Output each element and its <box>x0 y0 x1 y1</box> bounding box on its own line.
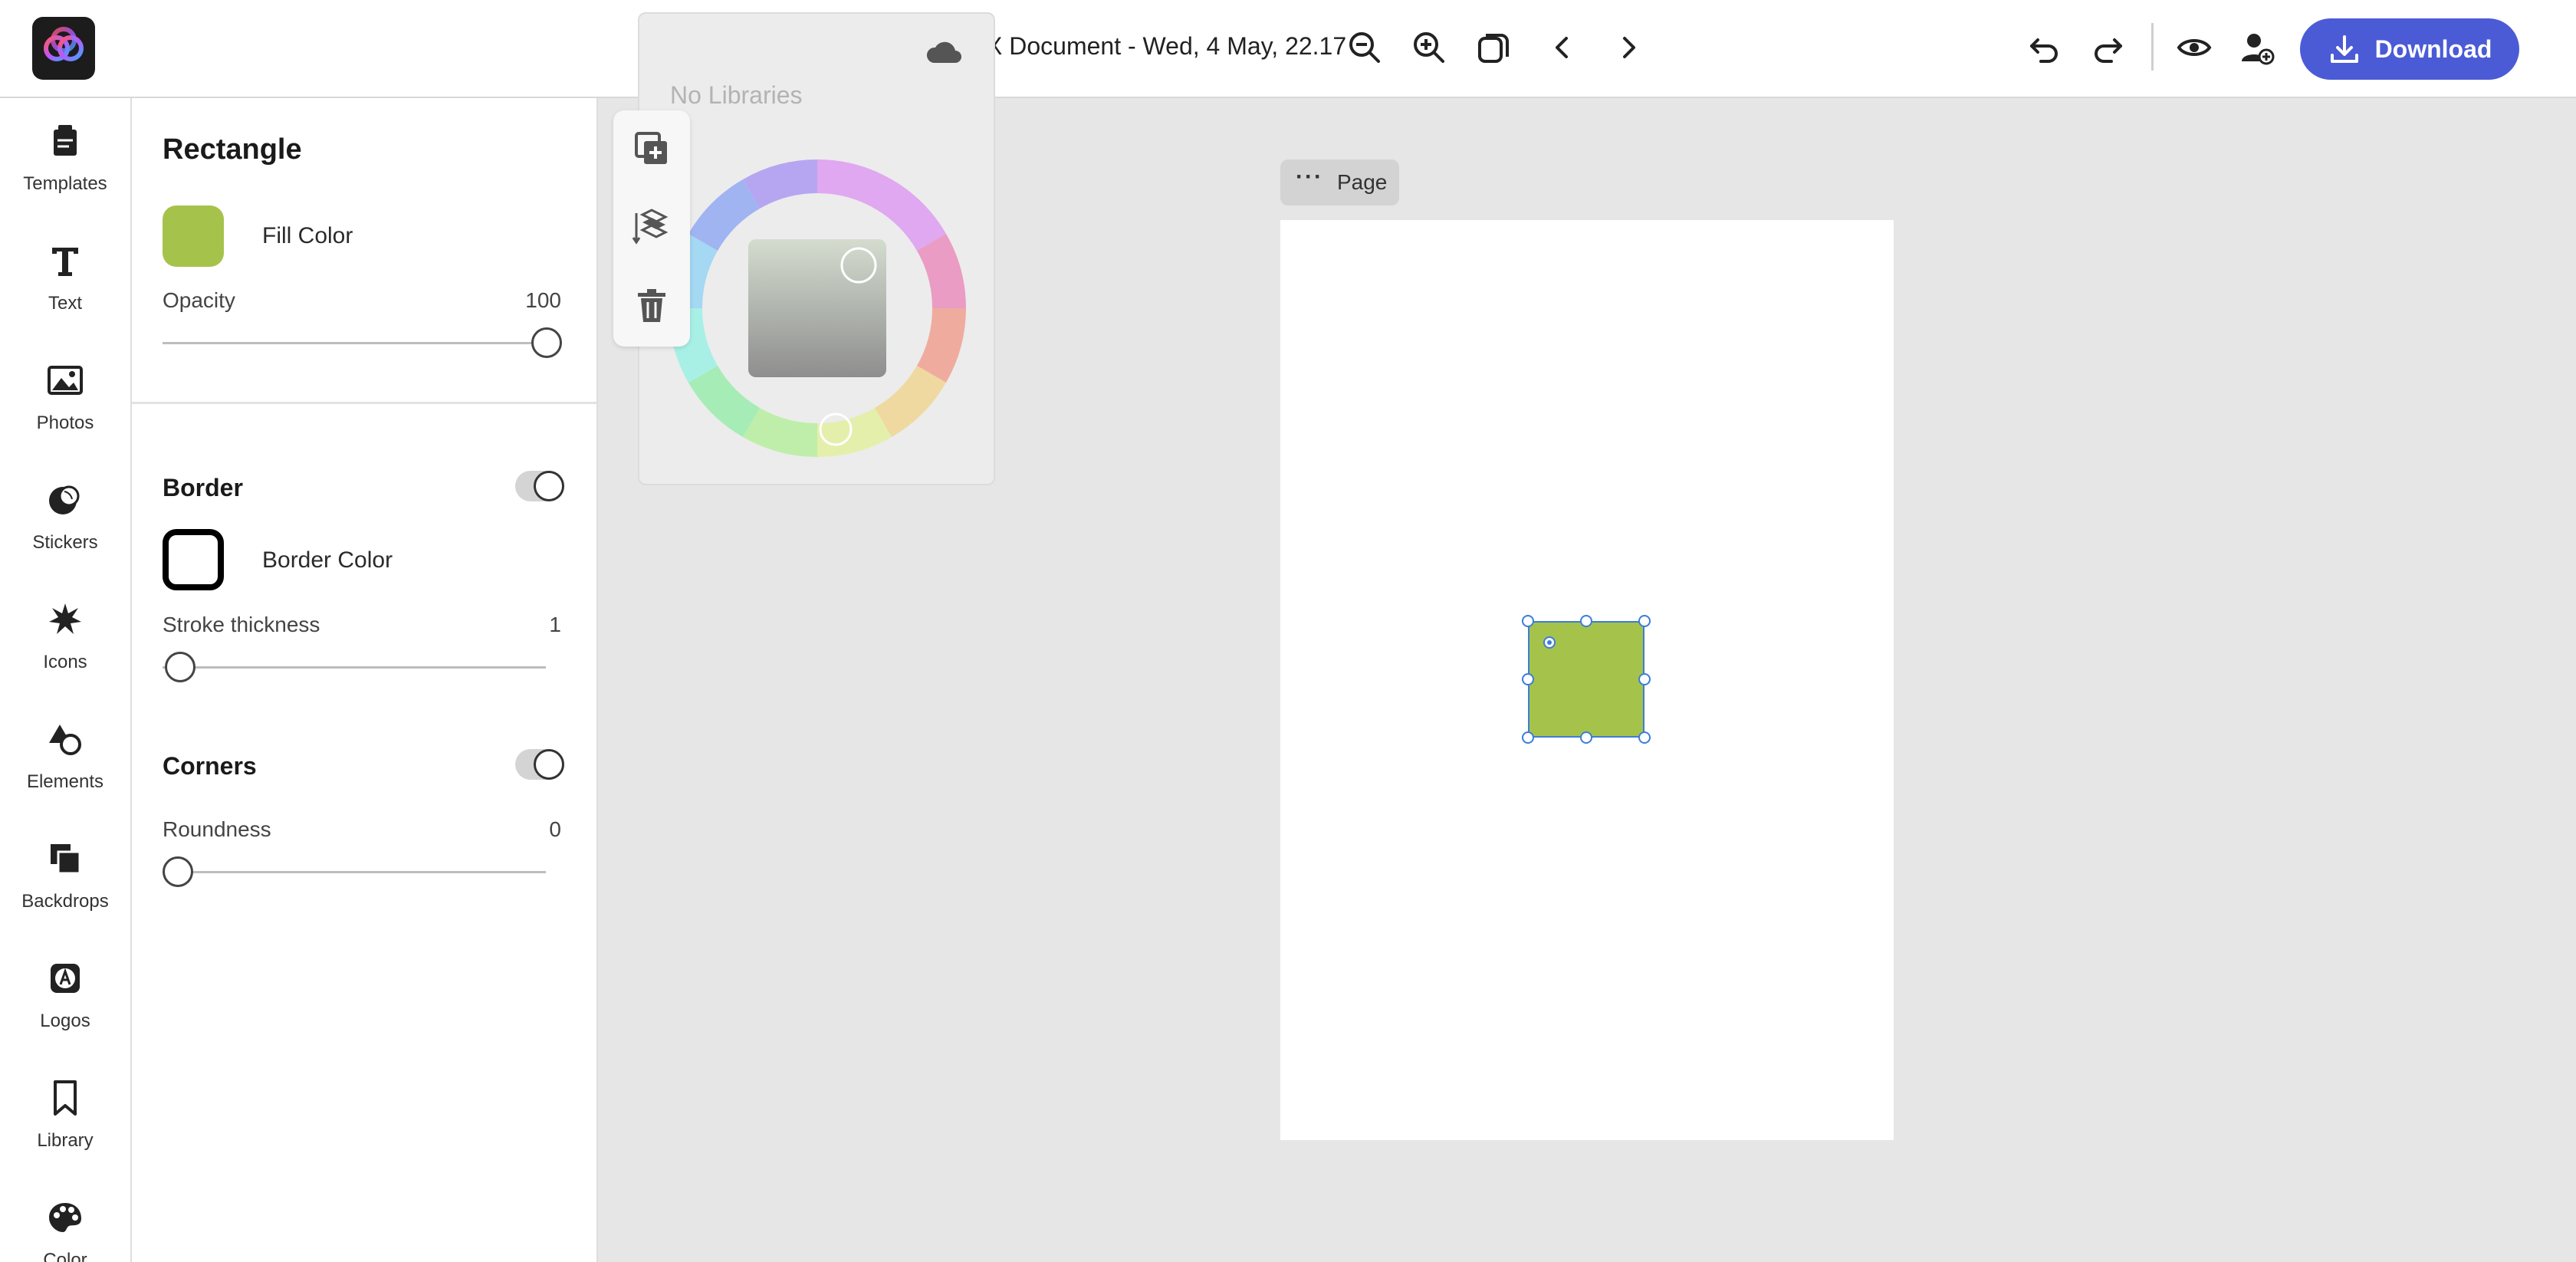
logos-icon <box>45 958 85 998</box>
icons-icon <box>45 600 85 639</box>
resize-handle-right[interactable] <box>1638 673 1651 685</box>
sidebar-item-text[interactable]: Text <box>0 218 130 337</box>
library-icon <box>45 1078 85 1118</box>
resize-handle-bottom[interactable] <box>1580 731 1592 744</box>
arrange-layers-icon[interactable] <box>632 207 672 247</box>
sidebar-item-label: Photos <box>36 412 94 433</box>
sidebar-item-label: Templates <box>23 173 107 194</box>
fill-color-label: Fill Color <box>262 223 353 248</box>
sidebar-item-library[interactable]: Library <box>0 1055 130 1175</box>
app-logo-icon[interactable] <box>32 17 95 80</box>
add-collaborator-icon[interactable] <box>2237 28 2277 67</box>
more-options-icon: ··· <box>1296 164 1323 189</box>
sidebar-item-label: Icons <box>43 652 87 672</box>
border-section-title: Border <box>163 474 243 501</box>
page-options-chip[interactable]: ··· Page <box>1280 159 1399 205</box>
panel-divider <box>132 402 596 404</box>
sidebar-item-label: Text <box>48 293 82 314</box>
undo-icon[interactable] <box>2024 28 2064 67</box>
opacity-slider-thumb[interactable] <box>531 327 562 358</box>
delete-trash-icon[interactable] <box>632 285 672 325</box>
roundness-slider-track[interactable] <box>163 871 546 873</box>
resize-handle-top[interactable] <box>1580 615 1592 627</box>
opacity-label: Opacity <box>163 288 235 312</box>
rotate-handle[interactable] <box>1543 636 1556 649</box>
templates-icon <box>45 121 85 161</box>
border-color-label: Border Color <box>262 547 393 573</box>
sidebar-item-color[interactable]: Color <box>0 1175 130 1262</box>
roundness-value: 0 <box>549 817 561 841</box>
no-libraries-text: No Libraries <box>670 81 803 109</box>
download-button[interactable]: Download <box>2300 18 2519 80</box>
stroke-thickness-slider-track[interactable] <box>163 666 546 669</box>
stroke-thickness-value: 1 <box>549 613 561 636</box>
toolbar-separator <box>2151 23 2154 71</box>
stroke-thickness-label: Stroke thickness <box>163 613 320 636</box>
resize-handle-bottom-left[interactable] <box>1522 731 1534 744</box>
sidebar-item-label: Color <box>43 1250 87 1262</box>
resize-handle-left[interactable] <box>1522 673 1534 685</box>
sidebar-item-icons[interactable]: Icons <box>0 577 130 696</box>
corners-section-title: Corners <box>163 752 257 780</box>
page-label: Page <box>1336 170 1388 194</box>
elements-icon <box>45 719 85 759</box>
resize-handle-top-right[interactable] <box>1638 615 1651 627</box>
opacity-value: 100 <box>525 288 561 312</box>
redo-icon[interactable] <box>2088 28 2128 67</box>
resize-handle-bottom-right[interactable] <box>1638 731 1651 744</box>
sidebar-item-label: Stickers <box>32 532 98 553</box>
sidebar-item-label: Elements <box>26 771 104 792</box>
resize-handle-top-left[interactable] <box>1522 615 1534 627</box>
stroke-thickness-slider-thumb[interactable] <box>165 652 196 682</box>
fill-color-swatch[interactable] <box>163 205 224 267</box>
download-label: Download <box>2374 35 2492 63</box>
sidebar-item-templates[interactable]: Templates <box>0 98 130 218</box>
floating-tools <box>613 110 690 347</box>
roundness-slider-thumb[interactable] <box>163 856 193 887</box>
sidebar-item-stickers[interactable]: Stickers <box>0 457 130 577</box>
sidebar-item-label: Logos <box>40 1011 90 1031</box>
sidebar-item-label: Library <box>37 1130 94 1151</box>
roundness-label: Roundness <box>163 817 271 841</box>
stickers-icon <box>45 480 85 520</box>
cloud-icon[interactable] <box>925 37 964 67</box>
document-title[interactable]: X Document - Wed, 4 May, 22.17 <box>986 32 1346 61</box>
left-rail: Templates Text Photos Stickers Icons Ele… <box>0 98 132 1262</box>
text-icon <box>45 241 85 281</box>
properties-panel: Rectangle Fill Color Opacity 100 Border … <box>132 98 598 1262</box>
zoom-in-icon[interactable] <box>1409 28 1449 67</box>
border-toggle[interactable] <box>515 471 564 501</box>
sidebar-item-backdrops[interactable]: Backdrops <box>0 816 130 935</box>
sidebar-item-photos[interactable]: Photos <box>0 337 130 457</box>
sidebar-item-elements[interactable]: Elements <box>0 696 130 816</box>
sidebar-item-logos[interactable]: Logos <box>0 935 130 1055</box>
zoom-out-icon[interactable] <box>1345 28 1385 67</box>
color-palette-icon <box>45 1198 85 1237</box>
pages-icon[interactable] <box>1474 28 1513 67</box>
color-wheel[interactable] <box>668 159 967 458</box>
sidebar-item-label: Backdrops <box>21 891 109 912</box>
duplicate-icon[interactable] <box>632 129 672 169</box>
border-color-swatch[interactable] <box>163 529 224 590</box>
chevron-right-icon[interactable] <box>1608 28 1648 67</box>
download-icon <box>2330 35 2358 63</box>
panel-title: Rectangle <box>163 133 302 166</box>
corners-toggle[interactable] <box>515 749 564 780</box>
photos-icon <box>45 360 85 400</box>
library-color-popover: No Libraries <box>638 12 995 485</box>
top-bar: X Document - Wed, 4 May, 22.17 Download <box>0 0 2576 98</box>
preview-eye-icon[interactable] <box>2174 28 2214 67</box>
chevron-left-icon[interactable] <box>1543 28 1582 67</box>
opacity-slider-track[interactable] <box>163 342 546 344</box>
backdrops-icon <box>45 839 85 879</box>
